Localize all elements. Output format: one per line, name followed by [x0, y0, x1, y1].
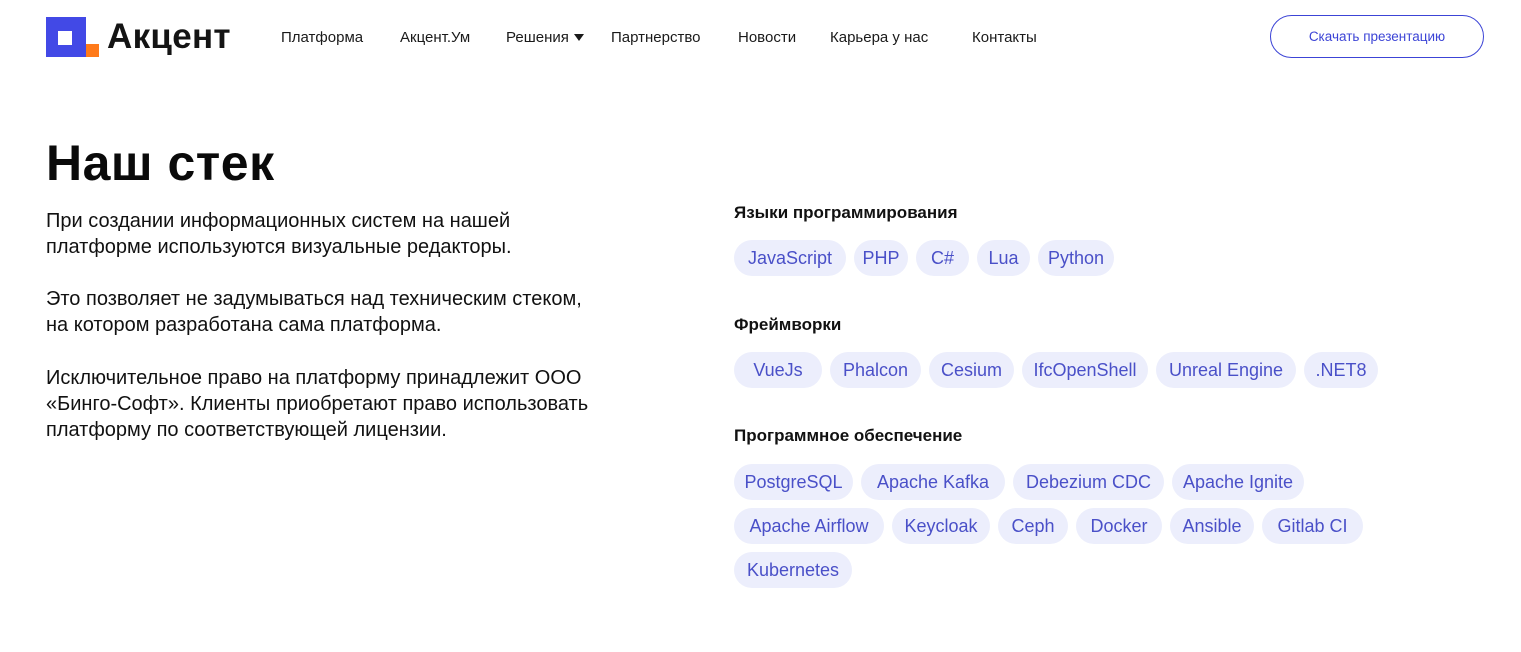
nav-item-contacts[interactable]: Контакты — [972, 29, 1037, 47]
nav-item-news[interactable]: Новости — [738, 29, 796, 47]
tag: .NET8 — [1304, 352, 1378, 388]
tag: PHP — [854, 240, 908, 276]
caret-down-icon — [573, 34, 584, 41]
tag: Apache Kafka — [861, 464, 1005, 500]
tag: Docker — [1076, 508, 1162, 544]
nav-item-solutions-label: Решения — [506, 29, 569, 46]
license-paragraph: Исключительное право на платформу принад… — [46, 367, 589, 441]
stack-paragraph: Это позволяет не задумываться над технич… — [46, 288, 582, 336]
nav-item-akcent-um[interactable]: Акцент.Ум — [400, 29, 470, 47]
intro-paragraph: При создании информационных систем на на… — [46, 210, 512, 258]
tag: Debezium CDC — [1013, 464, 1164, 500]
tag: Apache Airflow — [734, 508, 884, 544]
logo-text: Акцент — [107, 17, 231, 56]
tags-software-row-2: Apache Airflow Keycloak Ceph Docker Ansi… — [734, 508, 1363, 544]
tag: Lua — [977, 240, 1030, 276]
group-title-software: Программное обеспечение — [734, 426, 963, 445]
tag: VueJs — [734, 352, 822, 388]
page-title: Наш стек — [46, 135, 275, 191]
nav-item-solutions[interactable]: Решения — [506, 29, 584, 47]
logo-mark-icon — [46, 17, 99, 57]
tag: JavaScript — [734, 240, 846, 276]
group-title-languages: Языки программирования — [734, 203, 958, 222]
tag: Gitlab CI — [1262, 508, 1363, 544]
tags-languages: JavaScript PHP C# Lua Python — [734, 240, 1114, 276]
tag: PostgreSQL — [734, 464, 853, 500]
tag: IfcOpenShell — [1022, 352, 1148, 388]
tag: Apache Ignite — [1172, 464, 1304, 500]
group-title-frameworks: Фреймворки — [734, 315, 842, 334]
logo[interactable]: Акцент — [46, 17, 231, 57]
tag: Ceph — [998, 508, 1068, 544]
tag: Python — [1038, 240, 1114, 276]
tag: Kubernetes — [734, 552, 852, 588]
tag: C# — [916, 240, 969, 276]
nav-item-platform[interactable]: Платформа — [281, 29, 363, 47]
tags-frameworks: VueJs Phalcon Cesium IfcOpenShell Unreal… — [734, 352, 1378, 388]
tag: Cesium — [929, 352, 1014, 388]
tag: Keycloak — [892, 508, 990, 544]
tag: Phalcon — [830, 352, 921, 388]
download-presentation-button[interactable]: Скачать презентацию — [1270, 15, 1484, 58]
nav-item-partnership[interactable]: Партнерство — [611, 29, 701, 47]
tags-software-row-1: PostgreSQL Apache Kafka Debezium CDC Apa… — [734, 464, 1304, 500]
tags-software-row-3: Kubernetes — [734, 552, 852, 588]
site-header: Акцент Платформа Акцент.Ум Решения Партн… — [0, 0, 1521, 76]
tag: Unreal Engine — [1156, 352, 1296, 388]
tag: Ansible — [1170, 508, 1254, 544]
nav-item-career[interactable]: Карьера у нас — [830, 29, 928, 47]
